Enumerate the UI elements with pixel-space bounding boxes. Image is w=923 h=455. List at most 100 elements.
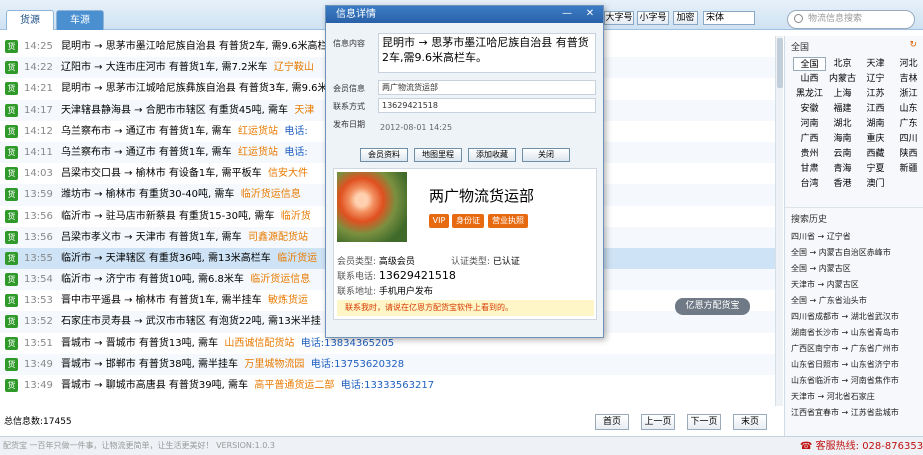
- row-text: 临沂市 → 天津辖区 有重货36吨, 需13米高栏车 临沂货运: [61, 252, 318, 264]
- id-badge: 身份证: [452, 214, 484, 228]
- row-time: 14:22: [24, 62, 53, 74]
- list-item[interactable]: 货 13:49 晋城市 → 邯郸市 有普货38吨, 需半挂车 万里城物流园 电话:1…: [0, 353, 775, 375]
- region-item[interactable]: 香港: [826, 177, 859, 191]
- region-item[interactable]: 陕西: [892, 147, 923, 161]
- cargo-icon: 货: [5, 230, 18, 244]
- close-icon[interactable]: ✕: [581, 7, 599, 21]
- member-label: 会员信息: [333, 84, 365, 93]
- cargo-icon: 货: [5, 82, 18, 96]
- cargo-icon: 货: [5, 315, 18, 329]
- region-item[interactable]: 内蒙古: [826, 72, 859, 86]
- history-item[interactable]: 全国 → 内蒙古自治区赤峰市: [785, 245, 923, 261]
- region-item[interactable]: 云南: [826, 147, 859, 161]
- region-item[interactable]: 澳门: [859, 177, 892, 191]
- region-item[interactable]: 江西: [859, 102, 892, 116]
- small-font-button[interactable]: 小字号: [637, 11, 669, 25]
- region-item[interactable]: 宁夏: [859, 162, 892, 176]
- last-page-button[interactable]: 末页: [733, 414, 767, 430]
- region-item[interactable]: 辽宁: [859, 72, 892, 86]
- encrypt-button[interactable]: 加密: [673, 11, 698, 25]
- history-item[interactable]: 湖南省长沙市 → 山东省青岛市: [785, 325, 923, 341]
- cargo-icon: 货: [5, 336, 18, 350]
- region-item[interactable]: 山西: [793, 72, 826, 86]
- region-item[interactable]: 河北: [892, 57, 923, 71]
- region-item[interactable]: 福建: [826, 102, 859, 116]
- cargo-icon: 货: [5, 40, 18, 53]
- member-profile-button[interactable]: 会员资料: [360, 148, 408, 162]
- region-item[interactable]: 贵州: [793, 147, 826, 161]
- region-item[interactable]: 湖北: [826, 117, 859, 131]
- row-text: 石家庄市灵寿县 → 武汉市市辖区 有泡货22吨, 需13米半挂: [61, 316, 321, 328]
- history-item[interactable]: 天津市 → 内蒙古区: [785, 277, 923, 293]
- content-label: 信息内容: [333, 39, 365, 48]
- history-item[interactable]: 四川省 → 辽宁省: [785, 229, 923, 245]
- region-item[interactable]: 全国: [793, 57, 826, 71]
- region-item[interactable]: 青海: [826, 162, 859, 176]
- region-item[interactable]: 海南: [826, 132, 859, 146]
- history-item[interactable]: 全国 → 内蒙古区: [785, 261, 923, 277]
- search-input[interactable]: 物流信息搜索: [787, 10, 915, 29]
- region-item[interactable]: 新疆: [892, 162, 923, 176]
- history-item[interactable]: 天津市 → 河北省石家庄: [785, 389, 923, 405]
- history-item[interactable]: 山东省日照市 → 山东省济宁市: [785, 357, 923, 373]
- row-time: 13:56: [24, 210, 53, 222]
- map-distance-button[interactable]: 地图里程: [414, 148, 462, 162]
- region-item[interactable]: 黑龙江: [793, 87, 826, 101]
- dialog-close-button[interactable]: 关闭: [522, 148, 570, 162]
- region-item[interactable]: 山东: [892, 102, 923, 116]
- region-item[interactable]: 西藏: [859, 147, 892, 161]
- history-item[interactable]: 广西区南宁市 → 广东省广州市: [785, 341, 923, 357]
- tab-vehicle[interactable]: 车源: [56, 10, 104, 30]
- list-scrollbar[interactable]: [775, 36, 783, 406]
- member-type: 会员类型: 高级会员: [337, 257, 415, 267]
- region-item[interactable]: 上海: [826, 87, 859, 101]
- next-page-button[interactable]: 下一页: [687, 414, 721, 430]
- cargo-icon: 货: [5, 103, 18, 117]
- row-text: 晋中市平遥县 → 榆林市 有普货1车, 需半挂车 敏炼货运: [61, 295, 308, 307]
- refresh-icon[interactable]: ↻: [909, 40, 917, 50]
- region-item[interactable]: 浙江: [892, 87, 923, 101]
- row-text: 晋城市 → 聊城市高唐县 有普货39吨, 需车 高平普通货运二部 电话:1333…: [61, 380, 435, 391]
- region-item[interactable]: 北京: [826, 57, 859, 71]
- cargo-icon: 货: [5, 145, 18, 159]
- prev-page-button[interactable]: 上一页: [641, 414, 675, 430]
- contact-field[interactable]: 13629421518: [378, 98, 596, 113]
- row-text: 潍坊市 → 榆林市 有重货30-40吨, 需车 临沂货运信息: [61, 189, 301, 201]
- region-item[interactable]: 天津: [859, 57, 892, 71]
- region-item[interactable]: 广西: [793, 132, 826, 146]
- row-text: 吕梁市交口县 → 榆林市 有设备1车, 需平板车 信安大件: [61, 168, 308, 180]
- cargo-icon: 货: [5, 294, 18, 308]
- search-icon: [794, 14, 803, 23]
- cargo-icon: 货: [5, 251, 18, 265]
- tab-cargo[interactable]: 货源: [6, 10, 54, 30]
- scroll-thumb[interactable]: [777, 38, 783, 88]
- row-time: 14:17: [24, 104, 53, 116]
- content-field[interactable]: 昆明市 → 思茅市墨江哈尼族自治县 有普货2车,需9.6米高栏车。: [378, 33, 596, 73]
- add-favorite-button[interactable]: 添加收藏: [468, 148, 516, 162]
- history-item[interactable]: 山东省临沂市 → 河南省焦作市: [785, 373, 923, 389]
- region-item[interactable]: 河南: [793, 117, 826, 131]
- member-field[interactable]: 两广物流货运部: [378, 80, 596, 95]
- region-item[interactable]: 江苏: [859, 87, 892, 101]
- license-badge: 营业执照: [488, 214, 528, 228]
- history-item[interactable]: 四川省成都市 → 湖北省武汉市: [785, 309, 923, 325]
- list-item[interactable]: 货 13:49 晋城市 → 聊城市高唐县 有普货39吨, 需车 高平普通货运二部 电…: [0, 375, 775, 396]
- history-item[interactable]: 全国 → 广东省汕头市: [785, 293, 923, 309]
- history-item[interactable]: 江西省宜春市 → 江苏省盐城市: [785, 405, 923, 421]
- region-item[interactable]: 广东: [892, 117, 923, 131]
- region-item[interactable]: 重庆: [859, 132, 892, 146]
- font-select[interactable]: 宋体: [703, 11, 755, 25]
- row-text: 晋城市 → 邯郸市 有普货38吨, 需半挂车 万里城物流园 电话:1375362…: [61, 358, 405, 370]
- region-item[interactable]: 甘肃: [793, 162, 826, 176]
- region-item[interactable]: 湖南: [859, 117, 892, 131]
- minimize-icon[interactable]: —: [558, 7, 576, 21]
- cargo-icon: 货: [5, 61, 18, 75]
- region-item[interactable]: 吉林: [892, 72, 923, 86]
- big-font-button[interactable]: 大字号: [604, 11, 634, 25]
- region-item[interactable]: 四川: [892, 132, 923, 146]
- region-item[interactable]: 台湾: [793, 177, 826, 191]
- first-page-button[interactable]: 首页: [595, 414, 629, 430]
- region-item[interactable]: 安徽: [793, 102, 826, 116]
- row-time: 14:11: [24, 146, 53, 158]
- right-panel: 全国 ↻ 全国 北京 天津 河北 山西 内蒙古 辽宁 吉林 黑龙江 上海 江苏 浙江 安徽 福建 江西 山东 河南…: [784, 36, 923, 436]
